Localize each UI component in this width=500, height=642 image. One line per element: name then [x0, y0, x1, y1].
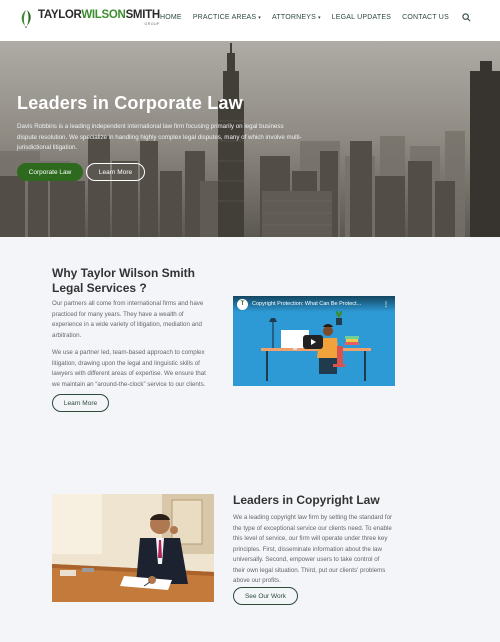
- hero-description: Davis Robbins is a leading independent i…: [17, 123, 302, 151]
- nav-item-contact-us[interactable]: CONTACT US: [402, 14, 449, 21]
- logo-subtitle: GROUP: [144, 21, 160, 26]
- channel-avatar[interactable]: T: [237, 298, 248, 310]
- why-paragraph-2: We use a partner led, team-based approac…: [52, 349, 206, 388]
- video-title[interactable]: Copyright Protection: What Can Be Protec…: [252, 301, 380, 307]
- chevron-down-icon: ▾: [258, 15, 262, 21]
- nav-label: PRACTICE AREAS: [192, 14, 257, 21]
- see-our-work-button[interactable]: See Our Work: [233, 587, 298, 605]
- logo-word-wilson: WILSON: [81, 9, 126, 21]
- nav-label: ATTORNEYS: [272, 14, 316, 21]
- logo[interactable]: TAYLORWILSONSMITH GROUP: [17, 8, 160, 28]
- video-title-bar: T Copyright Protection: What Can Be Prot…: [233, 296, 395, 312]
- hero-learn-more-button[interactable]: Learn More: [86, 163, 145, 181]
- corporate-law-button[interactable]: Corporate Law: [17, 163, 83, 181]
- logo-wordmark: TAYLORWILSONSMITH: [38, 9, 161, 22]
- play-button[interactable]: [303, 335, 323, 349]
- hero-banner: Leaders in Corporate Law Davis Robbins i…: [0, 41, 500, 237]
- logo-word-smith: SMITH: [125, 9, 161, 21]
- nav-label: CONTACT US: [402, 14, 449, 21]
- main-nav: HOME PRACTICE AREAS ▾ ATTORNEYS ▾ LEGAL UP…: [160, 13, 471, 22]
- site-header: TAYLORWILSONSMITH GROUP HOME PRACTICE AR…: [0, 0, 500, 40]
- copyright-paragraph: We a leading copyright law firm by setti…: [233, 514, 393, 584]
- why-section-title: Why Taylor Wilson Smith Legal Services ?: [52, 266, 196, 295]
- nav-item-practice-areas[interactable]: PRACTICE AREAS ▾: [193, 14, 261, 21]
- more-options-icon[interactable]: ⋮: [383, 301, 389, 308]
- hero-title: Leaders in Corporate Law: [17, 93, 243, 113]
- logo-word-taylor: TAYLOR: [38, 9, 82, 21]
- nav-item-home[interactable]: HOME: [160, 14, 182, 21]
- why-paragraph-1: Our partners all come from international…: [52, 300, 204, 339]
- nav-item-legal-updates[interactable]: LEGAL UPDATES: [332, 14, 391, 21]
- video-embed[interactable]: T Copyright Protection: What Can Be Prot…: [233, 296, 395, 386]
- nav-item-attorneys[interactable]: ATTORNEYS ▾: [272, 14, 321, 21]
- search-icon[interactable]: [462, 13, 471, 22]
- lawyer-photo-image: [52, 494, 214, 602]
- why-learn-more-button[interactable]: Learn More: [52, 394, 109, 412]
- nav-label: LEGAL UPDATES: [331, 14, 392, 21]
- chevron-down-icon: ▾: [317, 15, 321, 21]
- copyright-section-title: Leaders in Copyright Law: [233, 493, 380, 507]
- lawyer-office-photo: [52, 494, 214, 602]
- nav-label: HOME: [160, 14, 182, 21]
- logo-leaf-icon: [21, 10, 31, 28]
